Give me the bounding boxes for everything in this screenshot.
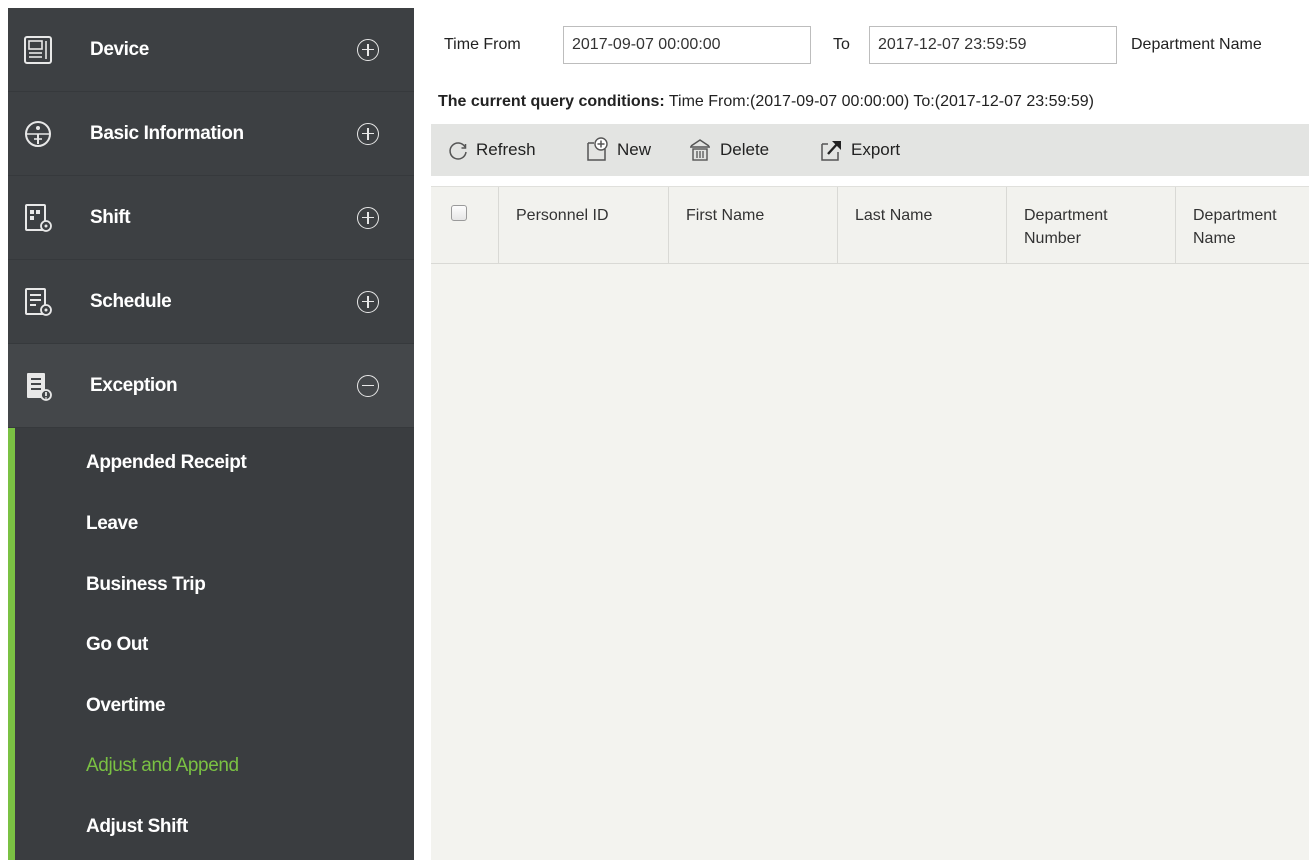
menu-item-shift[interactable]: Shift (8, 176, 414, 260)
delete-icon (690, 139, 710, 161)
refresh-label: Refresh (476, 140, 536, 159)
filter-bar: Time From To Department Name (414, 26, 1309, 64)
menu-item-exception[interactable]: Exception (8, 344, 414, 428)
toolbar: Refresh New Delete Export (431, 124, 1309, 176)
menu-label-shift: Shift (90, 206, 131, 228)
refresh-icon (449, 142, 467, 160)
column-header-department-number[interactable]: Department Number (1007, 187, 1176, 264)
menu-label-device: Device (90, 38, 149, 60)
exception-icon (27, 373, 52, 401)
export-button[interactable]: Export (818, 124, 900, 176)
submenu-item-leave[interactable]: Leave (86, 513, 138, 535)
query-conditions-text: Time From:(2017-09-07 00:00:00) To:(2017… (668, 93, 1094, 110)
query-conditions: The current query conditions: Time From:… (438, 93, 1094, 111)
submenu-item-adjust-shift[interactable]: Adjust Shift (86, 816, 188, 838)
expand-icon[interactable] (357, 206, 379, 229)
column-label: Personnel ID (516, 207, 609, 224)
column-label-line: Name (1193, 230, 1236, 247)
menu-item-schedule[interactable]: Schedule (8, 260, 414, 344)
device-icon (24, 36, 52, 64)
export-icon (821, 141, 841, 161)
submenu-item-business-trip[interactable]: Business Trip (86, 574, 206, 596)
sidebar: Device Basic Information Shift Schedule … (8, 8, 414, 860)
menu-label-exception: Exception (90, 374, 178, 396)
submenu-item-overtime[interactable]: Overtime (86, 695, 166, 717)
submenu-accent-bar (8, 428, 15, 860)
column-label-line: Department (1193, 207, 1277, 224)
column-label-line: Number (1024, 230, 1081, 247)
menu-label-schedule: Schedule (90, 290, 172, 312)
basic-information-icon (25, 121, 51, 147)
delete-label: Delete (720, 140, 770, 159)
expand-icon[interactable] (357, 290, 379, 313)
submenu-item-go-out[interactable]: Go Out (86, 634, 148, 656)
select-all-cell (431, 187, 499, 264)
to-label: To (833, 36, 850, 53)
submenu-item-adjust-and-append[interactable]: Adjust and Append (86, 755, 239, 777)
menu-item-device[interactable]: Device (8, 8, 414, 92)
time-from-input[interactable] (563, 26, 811, 64)
expand-icon[interactable] (357, 38, 379, 61)
department-name-label: Department Name (1131, 36, 1262, 53)
menu-label-basic-information: Basic Information (90, 122, 244, 144)
new-label: New (617, 140, 652, 159)
new-button[interactable]: New (584, 124, 651, 176)
collapse-icon[interactable] (357, 374, 379, 397)
column-label-line: Department (1024, 207, 1108, 224)
export-label: Export (851, 140, 901, 159)
expand-icon[interactable] (357, 122, 379, 145)
query-conditions-label: The current query conditions: (438, 93, 665, 110)
column-label: First Name (686, 207, 765, 224)
delete-button[interactable]: Delete (687, 124, 769, 176)
menu-item-basic-information[interactable]: Basic Information (8, 92, 414, 176)
time-from-label: Time From (444, 36, 521, 53)
table-body (431, 264, 1309, 860)
shift-icon (25, 204, 52, 232)
new-icon (587, 137, 608, 161)
schedule-icon (25, 288, 52, 316)
column-label: Last Name (855, 207, 933, 224)
column-header-personnel-id[interactable]: Personnel ID (499, 187, 669, 264)
exception-submenu: Appended Receipt Leave Business Trip Go … (8, 428, 414, 860)
main-content: Time From To Department Name The current… (414, 0, 1309, 860)
refresh-button[interactable]: Refresh (447, 124, 536, 176)
column-header-first-name[interactable]: First Name (669, 187, 838, 264)
table-header: Personnel ID First Name Last Name Depart… (431, 186, 1309, 264)
time-to-input[interactable] (869, 26, 1117, 64)
select-all-checkbox[interactable] (451, 205, 467, 221)
column-header-last-name[interactable]: Last Name (838, 187, 1007, 264)
submenu-item-appended-receipt[interactable]: Appended Receipt (86, 452, 247, 474)
column-header-department-name[interactable]: Department Name (1176, 187, 1309, 264)
